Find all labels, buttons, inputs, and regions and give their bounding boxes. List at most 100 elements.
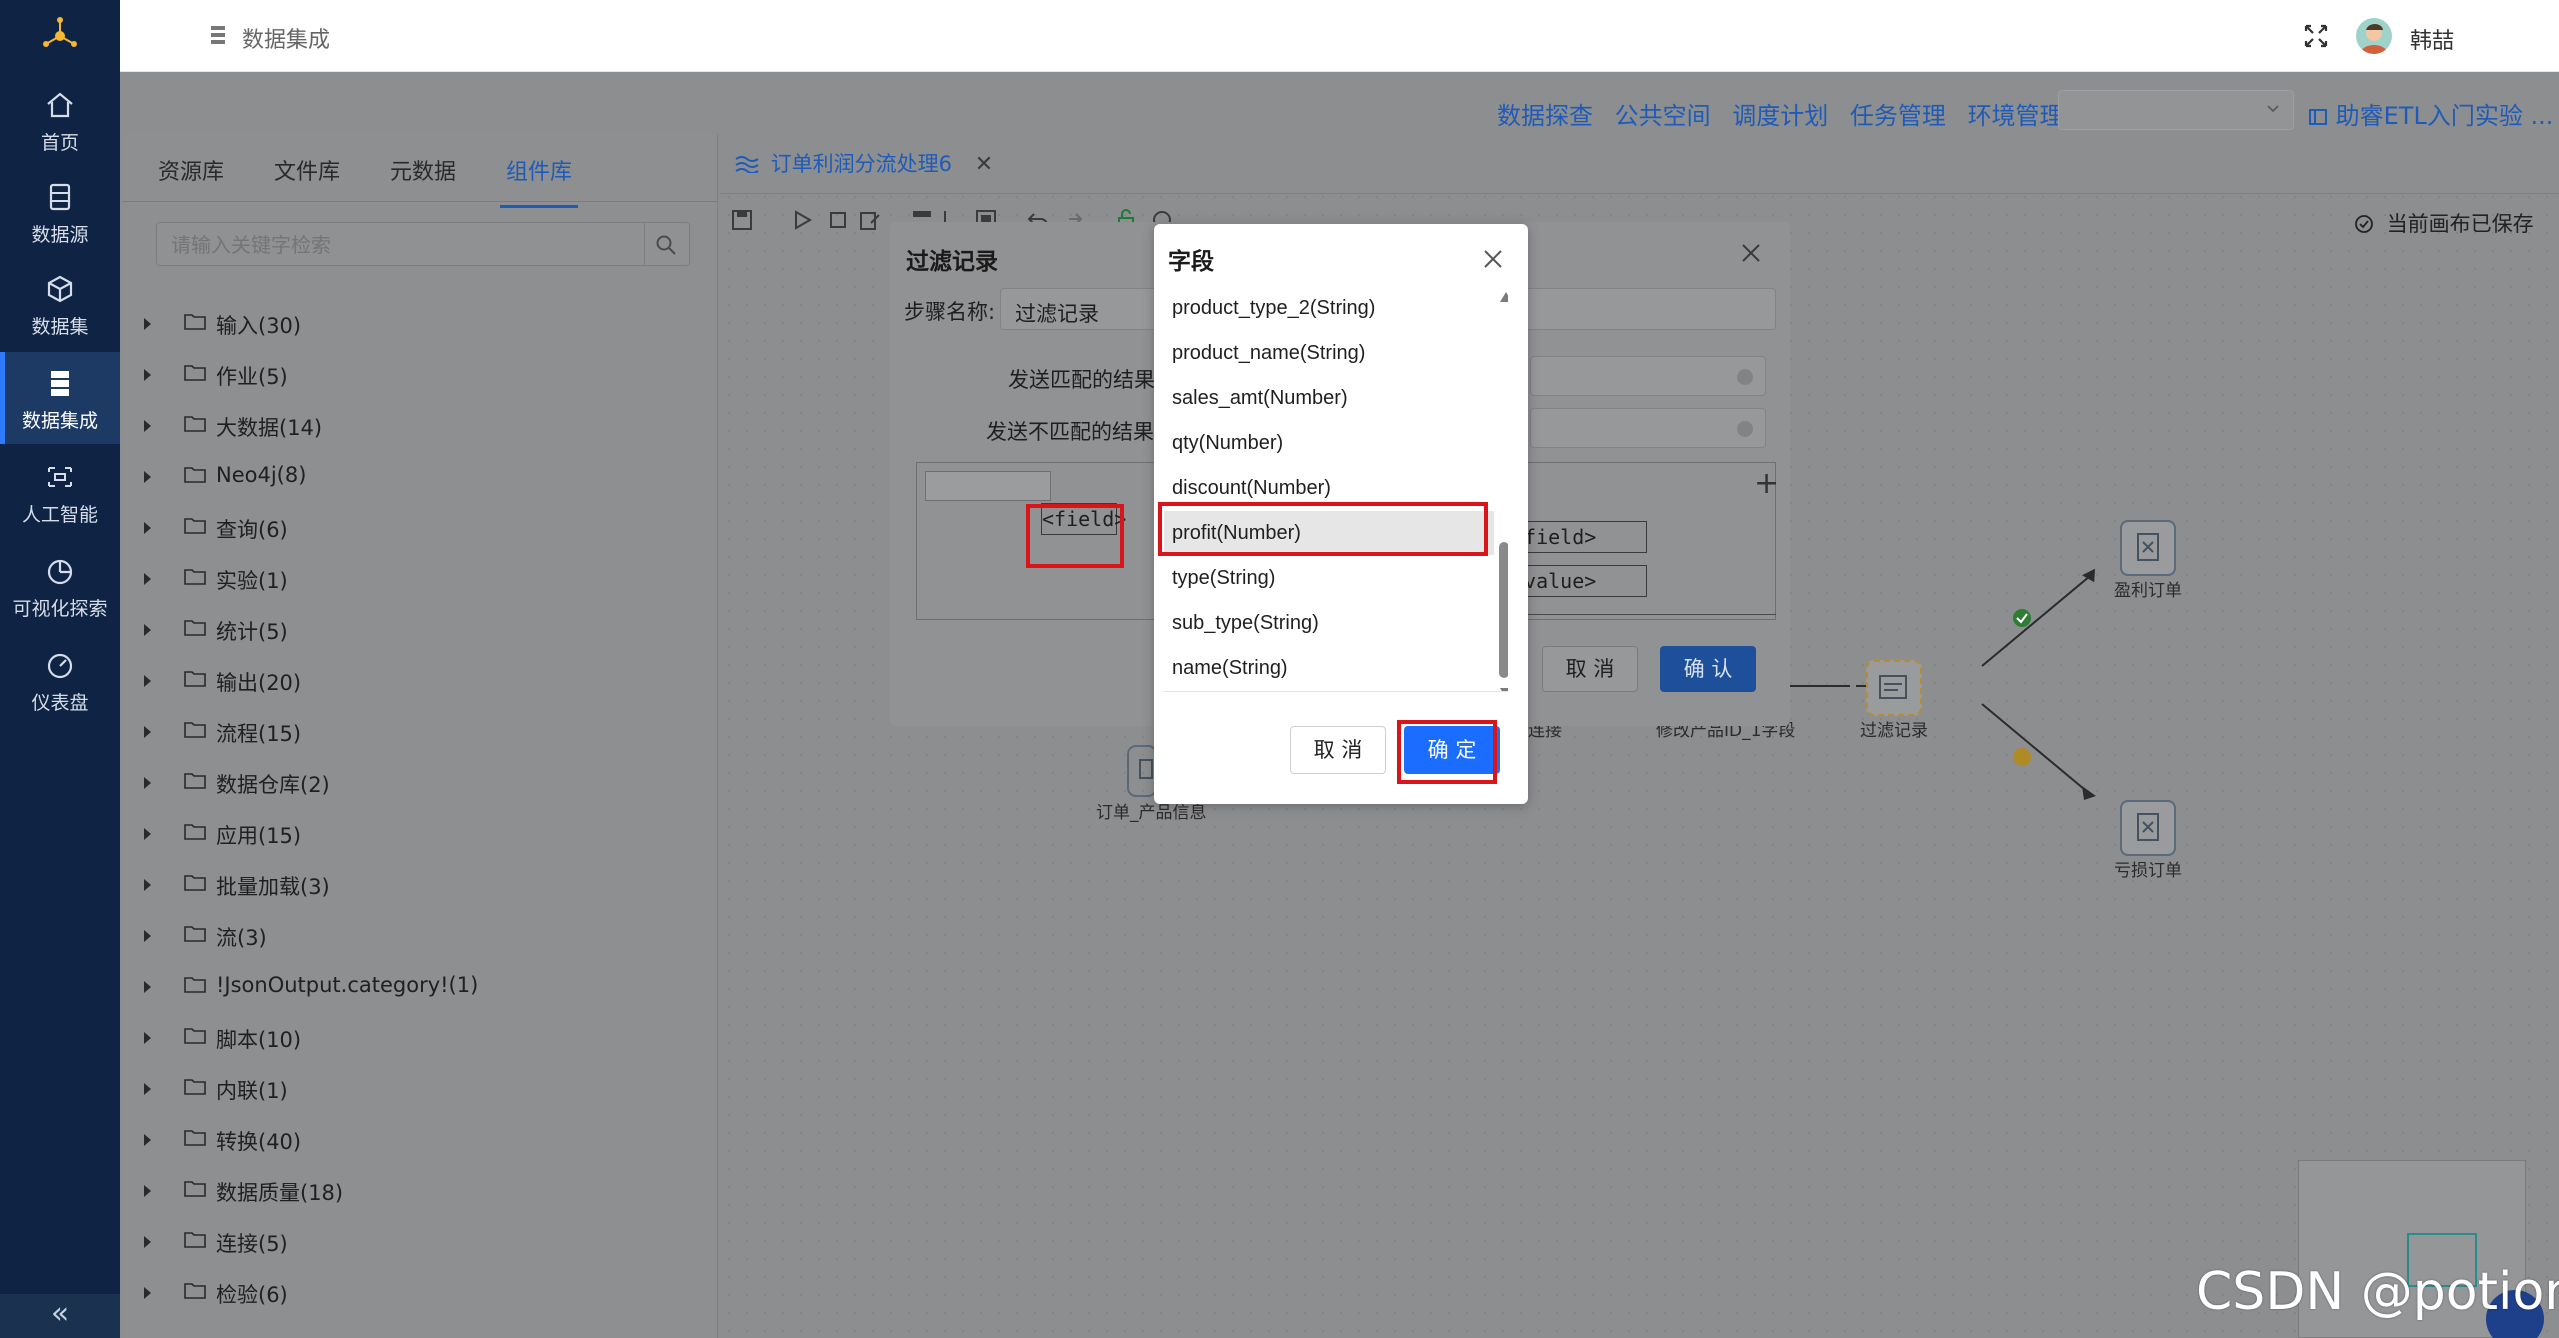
caret-right-icon[interactable] [144,879,151,891]
user-name[interactable]: 韩喆 [2410,23,2454,55]
caret-right-icon[interactable] [144,1134,151,1146]
help-link-label: 助睿ETL入门实验 ... [2335,102,2554,130]
sidebar-item-data-integration[interactable]: 数据集成 [0,352,120,444]
sidebar-item-label: 数据集 [31,316,89,338]
sidebar-item-dashboard[interactable]: 仪表盘 [0,634,120,726]
tree-item-label: 流程(15) [216,722,302,746]
match-true-select[interactable] [1530,356,1766,396]
field-list-item[interactable]: product_name(String) [1164,331,1494,375]
project-select[interactable] [2058,90,2294,130]
caret-right-icon[interactable] [144,471,151,483]
annotation-box [1026,504,1124,568]
caret-right-icon[interactable] [144,369,151,381]
folder-icon [184,314,206,330]
folder-icon [184,365,206,381]
confirm-button[interactable]: 确 认 [1660,646,1756,692]
caret-right-icon[interactable] [144,1236,151,1248]
nav-link-env-manage[interactable]: 环境管理 [1968,102,2064,130]
field-list-item[interactable]: sales_amt(Number) [1164,376,1494,420]
tree-item-label: 应用(15) [216,824,302,848]
caret-right-icon[interactable] [144,828,151,840]
clear-icon[interactable] [1737,421,1753,437]
app-logo-icon[interactable] [38,14,82,58]
close-icon[interactable] [1740,242,1762,264]
cube-icon [47,275,73,303]
match-true-label: 发送匹配的结果 [1008,368,1155,392]
node-loss-order[interactable] [2120,800,2176,856]
tree-item-label: 作业(5) [216,365,288,389]
help-link[interactable]: 助睿ETL入门实验 ... [2308,96,2553,131]
field-list-item[interactable]: qty(Number) [1164,421,1494,465]
field-list-item[interactable]: sub_type(String) [1164,601,1494,645]
scroll-down-icon[interactable] [1500,688,1508,691]
sidebar-item-home[interactable]: 首页 [0,74,120,166]
caret-right-icon[interactable] [144,1287,151,1299]
folder-icon [184,1232,206,1248]
folder-icon [184,518,206,534]
caret-right-icon[interactable] [144,1185,151,1197]
tree-item-label: 流(3) [216,926,267,950]
add-condition-button[interactable]: + [1754,466,1779,501]
menu-icon[interactable] [208,24,228,46]
clear-icon[interactable] [1737,369,1753,385]
condition-operator[interactable] [925,471,1051,501]
excel-file-icon [2137,813,2159,841]
sidebar-item-dataset[interactable]: 数据集 [0,258,120,350]
match-false-label: 发送不匹配的结果 [986,420,1154,444]
top-nav: 数据探查 公共空间 调度计划 任务管理 环境管理 [1497,96,2078,131]
close-icon[interactable] [1482,248,1504,270]
field-list-item[interactable]: type(String) [1164,556,1494,600]
tree-item-label: 批量加载(3) [216,875,330,899]
folder-icon [184,773,206,789]
nav-link-schedule[interactable]: 调度计划 [1732,102,1828,130]
caret-right-icon[interactable] [144,624,151,636]
nav-link-task-manage[interactable]: 任务管理 [1850,102,1946,130]
avatar[interactable] [2356,18,2392,54]
caret-right-icon[interactable] [144,1032,151,1044]
tab-components[interactable]: 组件库 [499,154,579,208]
excel-file-icon [2137,533,2159,561]
tab-files[interactable]: 文件库 [274,154,340,186]
scroll-thumb[interactable] [1499,542,1508,678]
cancel-button[interactable]: 取 消 [1542,646,1638,692]
tree-item-label: 大数据(14) [216,416,323,440]
tree-item-label: !JsonOutput.category!(1) [216,973,479,997]
tab-metadata[interactable]: 元数据 [390,154,456,186]
fullscreen-icon[interactable] [2302,22,2330,50]
search-input[interactable] [171,233,611,257]
tree-item-label: 脚本(10) [216,1028,302,1052]
sidebar-item-datasource[interactable]: 数据源 [0,166,120,258]
sidebar-item-visual-explore[interactable]: 可视化探索 [0,540,120,632]
caret-right-icon[interactable] [144,318,151,330]
cancel-button[interactable]: 取 消 [1290,726,1386,774]
tab-resource[interactable]: 资源库 [158,154,224,186]
top-header: 数据集成 韩喆 [120,0,2559,72]
caret-right-icon[interactable] [144,726,151,738]
caret-right-icon[interactable] [144,777,151,789]
condition-value-right[interactable]: <value> [1507,565,1647,597]
nav-link-public-space[interactable]: 公共空间 [1615,102,1711,130]
scroll-up-icon[interactable] [1500,292,1508,302]
scrollbar[interactable] [1498,286,1508,691]
caret-right-icon[interactable] [144,930,151,942]
sidebar-collapse-button[interactable]: « [0,1294,120,1338]
nav-link-data-explore[interactable]: 数据探查 [1497,102,1593,130]
caret-right-icon[interactable] [144,522,151,534]
database-icon [49,183,71,211]
caret-right-icon[interactable] [144,573,151,585]
dialog-title: 字段 [1168,249,1214,275]
folder-icon [184,1181,206,1197]
caret-right-icon[interactable] [144,1083,151,1095]
node-profit-order[interactable] [2120,520,2176,576]
caret-right-icon[interactable] [144,420,151,432]
field-list-item[interactable]: name(String) [1164,646,1494,690]
sidebar-item-ai[interactable]: 人工智能 [0,446,120,538]
caret-right-icon[interactable] [144,981,151,993]
node-filter[interactable] [1866,660,1922,716]
match-false-select[interactable] [1530,408,1766,448]
sidebar-item-label: 人工智能 [21,504,98,526]
condition-field-right[interactable]: <field> [1507,521,1647,553]
field-list-item[interactable]: product_type_2(String) [1164,286,1494,330]
caret-right-icon[interactable] [144,675,151,687]
search-icon[interactable] [655,234,677,256]
